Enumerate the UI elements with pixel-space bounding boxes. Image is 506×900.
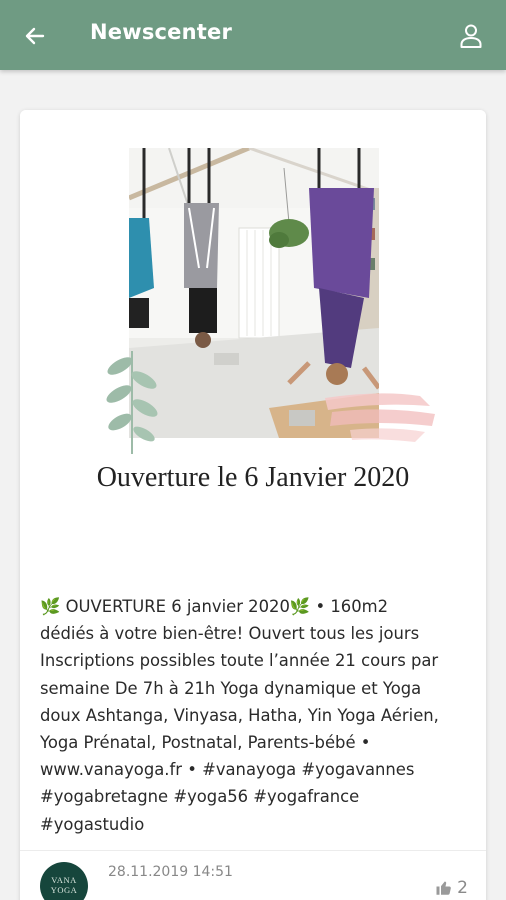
app-bar: Newscenter bbox=[0, 0, 506, 70]
leaf-decoration bbox=[106, 351, 158, 454]
card-divider bbox=[20, 850, 486, 851]
author-avatar: VANA YOGA bbox=[40, 862, 88, 900]
post-text-line: #yogabretagne #yoga56 #yogafrance bbox=[40, 787, 360, 807]
news-card[interactable]: Ouverture le 6 Janvier 2020 🌿 OUVERTURE … bbox=[20, 110, 486, 900]
thumbs-up-icon bbox=[436, 881, 452, 895]
arrow-left-icon bbox=[25, 27, 45, 45]
like-count: 2 bbox=[457, 878, 468, 898]
post-text-line: Inscriptions possibles toute l’année 21 … bbox=[40, 651, 439, 671]
post-text-line: dédiés à votre bien-être! Ouvert tous le… bbox=[40, 624, 420, 644]
post-text-line: 🌿 OUVERTURE 6 janvier 2020🌿 • 160m2 bbox=[40, 597, 389, 616]
post-text-line: www.vanayoga.fr • #vanayoga #yogavannes bbox=[40, 760, 415, 780]
pink-brush-decoration bbox=[325, 393, 435, 442]
like-button[interactable]: 2 bbox=[435, 878, 468, 898]
post-text-line: Yoga Prénatal, Postnatal, Parents-bébé • bbox=[40, 733, 371, 753]
profile-button[interactable] bbox=[458, 22, 484, 50]
post-text-line: doux Ashtanga, Vinyasa, Hatha, Yin Yoga … bbox=[40, 705, 439, 725]
user-icon bbox=[460, 24, 482, 48]
image-headline: Ouverture le 6 Janvier 2020 bbox=[96, 462, 410, 493]
page-title: Newscenter bbox=[90, 20, 232, 44]
post-text-line: #yogastudio bbox=[40, 814, 145, 834]
post-timestamp: 28.11.2019 14:51 bbox=[108, 864, 233, 880]
back-button[interactable] bbox=[22, 23, 48, 49]
post-text: 🌿 OUVERTURE 6 janvier 2020🌿 • 160m2 dédi… bbox=[40, 593, 476, 838]
post-image: Ouverture le 6 Janvier 2020 bbox=[20, 110, 486, 562]
post-text-line: semaine De 7h à 21h Yoga dynamique et Yo… bbox=[40, 678, 422, 698]
